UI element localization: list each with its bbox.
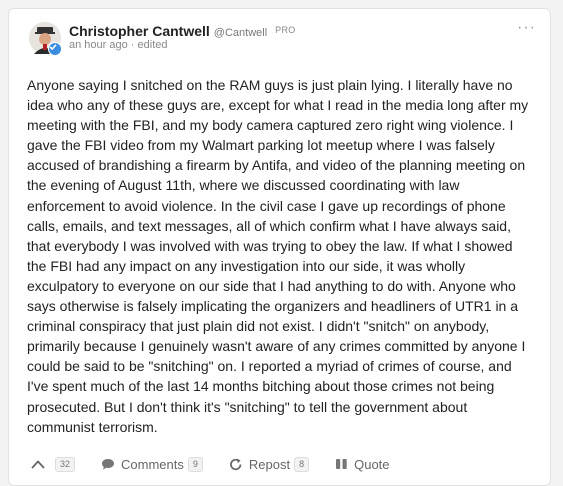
speech-bubble-icon [102, 458, 115, 470]
edited-label: edited [137, 39, 168, 51]
comments-label: Comments [121, 456, 184, 472]
repost-arrows-icon [229, 458, 242, 470]
upvote-button[interactable]: 32 [31, 456, 76, 472]
upvote-count: 32 [55, 456, 76, 472]
post-meta: an hour ago · edited [69, 39, 168, 51]
quote-icon [336, 459, 347, 469]
post-card: Christopher Cantwell @Cantwell PRO an hour… [8, 8, 551, 486]
post-body: Anyone saying I snitched on the RAM guys… [27, 77, 529, 435]
pro-badge: PRO [275, 25, 296, 35]
repost-label: Repost [248, 456, 291, 472]
quote-button[interactable]: Quote [335, 456, 390, 472]
repost-button[interactable]: Repost 8 [229, 456, 310, 472]
post-menu-icon[interactable]: ··· [517, 20, 536, 36]
avatar[interactable] [29, 22, 62, 56]
meta-separator: · [130, 39, 135, 51]
quote-label: Quote [354, 456, 390, 472]
comments-button[interactable]: Comments 9 [101, 456, 203, 472]
chevron-up-icon [31, 460, 45, 469]
post-timestamp[interactable]: an hour ago [69, 39, 128, 51]
post-actions: 32 Comments 9 Repost 8 Quote [31, 453, 416, 475]
author-handle[interactable]: @Cantwell [214, 27, 267, 39]
verified-check-icon [48, 42, 62, 56]
comments-count: 9 [187, 456, 203, 472]
repost-count: 8 [294, 456, 310, 472]
author-name[interactable]: Christopher Cantwell [69, 23, 210, 39]
